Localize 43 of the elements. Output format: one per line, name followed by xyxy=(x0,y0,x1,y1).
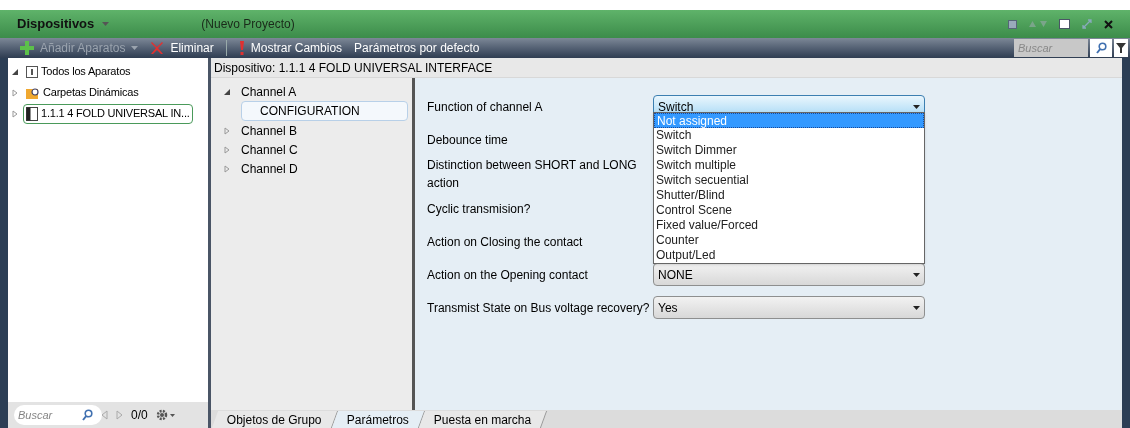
tree-item[interactable]: CONFIGURATION xyxy=(241,101,408,121)
search-field[interactable]: Buscar xyxy=(1014,39,1088,57)
dropdown-option[interactable]: Output/Led xyxy=(654,248,924,263)
tree-item-label: Carpetas Dinámicas xyxy=(43,85,139,101)
tree-item[interactable]: Carpetas Dinámicas xyxy=(23,82,142,103)
dropdown-option[interactable]: Switch multiple xyxy=(654,158,924,173)
tree-item[interactable]: Channel D xyxy=(241,159,298,178)
parameter-label: Action on the Opening contact xyxy=(427,266,589,284)
tree-item[interactable]: Channel B xyxy=(241,121,298,140)
parameter-label: Distinction between SHORT and LONG action xyxy=(427,157,638,192)
tree-item[interactable]: Channel C xyxy=(241,140,298,159)
dropdown[interactable]: Yes xyxy=(653,296,925,319)
dropdown-option[interactable]: Shutter/Blind xyxy=(654,188,924,203)
dropdown-option[interactable]: Switch secuential xyxy=(654,173,924,188)
tab[interactable]: Puesta en marcha xyxy=(418,411,548,428)
dropdown-value: Switch xyxy=(658,98,694,116)
dropdown[interactable]: NONE xyxy=(653,263,925,286)
result-count: 0/0 xyxy=(131,407,148,424)
title[interactable]: Dispositivos xyxy=(17,14,95,34)
project-name: (Nuevo Proyecto) xyxy=(201,16,295,33)
parameter-label: Action on Closing the contact xyxy=(427,233,584,251)
tree-item-label: Todos los Aparatos xyxy=(41,64,131,80)
dropdown-option[interactable]: Control Scene xyxy=(654,203,924,218)
dropdown-option[interactable]: Switch Dimmer xyxy=(654,143,924,158)
toolbar-button[interactable]: Eliminar xyxy=(146,39,218,57)
search-field[interactable]: Buscar xyxy=(14,405,102,425)
toolbar-button[interactable]: Parámetros por defecto xyxy=(350,39,484,57)
parameter-label: Function of channel A xyxy=(427,98,544,116)
parameter-label: Cyclic transmision? xyxy=(427,200,532,218)
tree-item[interactable]: Todos los Aparatos xyxy=(23,61,134,82)
tree-item[interactable]: Channel A xyxy=(241,82,297,101)
parameter-label: Transmist State on Bus voltage recovery? xyxy=(427,299,651,317)
tab[interactable]: Objetos de Grupo xyxy=(211,411,338,428)
tab[interactable]: Parámetros xyxy=(331,411,425,428)
parameter-label: Debounce time xyxy=(427,131,509,149)
tree-item-label: 1.1.1 4 FOLD UNIVERSAL IN... xyxy=(41,106,190,122)
dropdown-value: NONE xyxy=(658,266,693,284)
dropdown-option[interactable]: Fixed value/Forced xyxy=(654,218,924,233)
dropdown-option[interactable]: Switch xyxy=(654,128,924,143)
dropdown-option[interactable]: Counter xyxy=(654,233,924,248)
tree-item[interactable]: 1.1.1 4 FOLD UNIVERSAL IN... xyxy=(23,103,193,124)
dropdown-value: Yes xyxy=(658,299,678,317)
toolbar-button[interactable]: Mostrar Cambios xyxy=(234,39,347,57)
